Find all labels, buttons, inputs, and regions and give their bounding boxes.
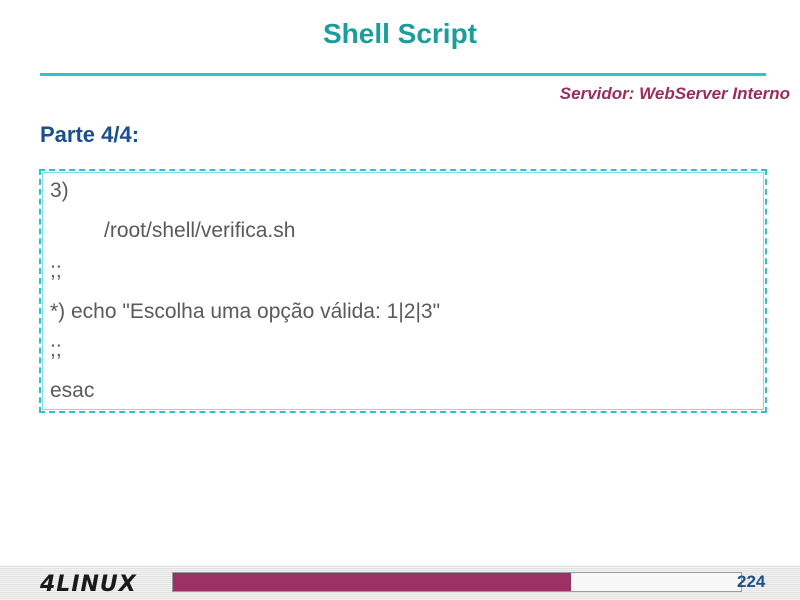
section-heading: Parte 4/4: xyxy=(40,122,140,147)
slide-title: Shell Script xyxy=(322,18,478,49)
slide-subtitle: Servidor: WebServer Interno xyxy=(559,84,790,103)
title-divider xyxy=(40,73,766,76)
page-number: 224 xyxy=(737,572,766,591)
slide-progress-bar xyxy=(172,572,742,592)
code-line: /root/shell/verifica.sh xyxy=(104,219,296,242)
code-line: esac xyxy=(50,379,95,402)
code-line: ;; xyxy=(50,259,62,282)
code-block: 3) /root/shell/verifica.sh ;; *) echo "E… xyxy=(39,169,767,413)
code-line: *) echo "Escolha uma opção válida: 1|2|3… xyxy=(50,300,441,323)
code-line: 3) xyxy=(50,179,69,202)
code-line: ;; xyxy=(50,338,62,361)
brand-logo: 4LINUX xyxy=(40,572,137,597)
slide-progress-fill xyxy=(173,573,571,591)
